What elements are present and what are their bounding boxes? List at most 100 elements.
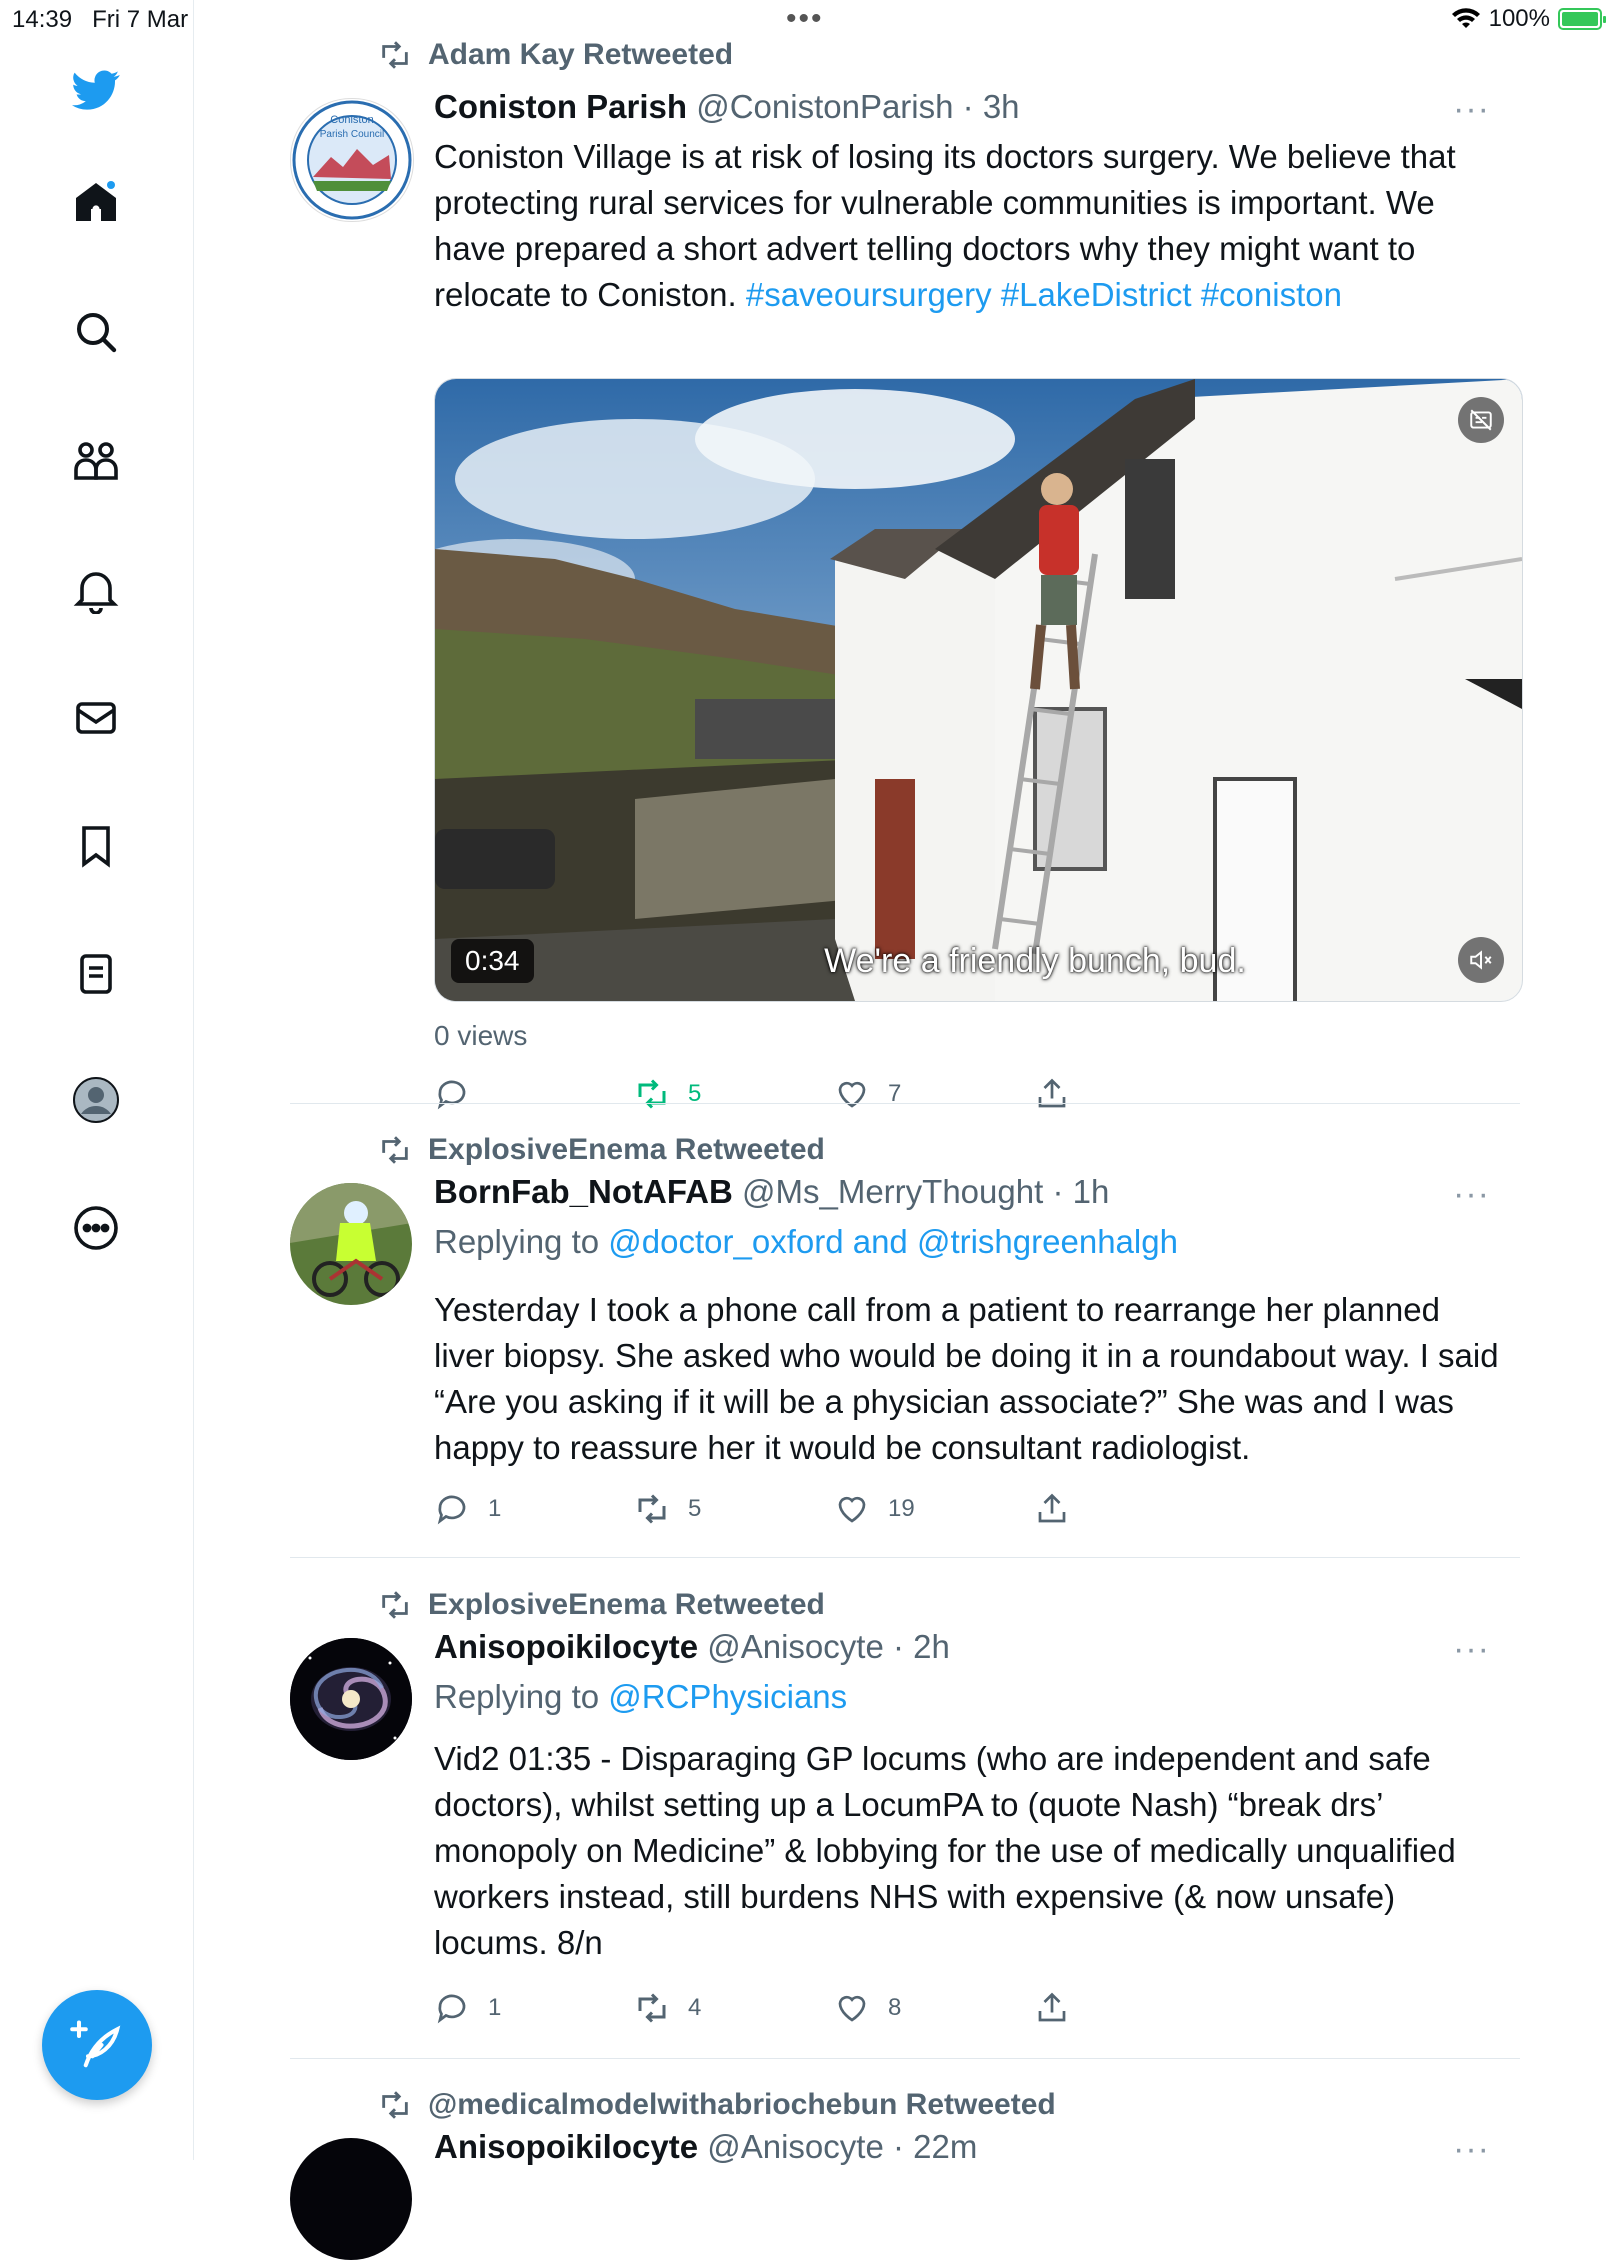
- video-duration: 0:34: [451, 939, 534, 983]
- battery-percent: 100%: [1488, 5, 1550, 32]
- retweet-context: @medicalmodelwithabriochebun Retweeted: [376, 2088, 1056, 2122]
- more-icon[interactable]: [70, 1202, 122, 1254]
- multitasking-dots[interactable]: •••: [786, 2, 824, 36]
- reply-button[interactable]: [434, 1076, 488, 1112]
- author-name[interactable]: Anisopoikilocyte: [434, 2128, 698, 2165]
- heart-icon: [838, 1995, 866, 2022]
- avatar[interactable]: Coniston Parish Council: [290, 98, 414, 222]
- reply-button[interactable]: 1: [434, 1990, 501, 2026]
- share-button[interactable]: [1034, 1491, 1070, 1527]
- retweet-icon: [382, 2091, 408, 2119]
- retweet-icon: [638, 1494, 666, 1524]
- tweet-actions: 1 5 19: [434, 1491, 1434, 1531]
- battery-icon: [1558, 8, 1606, 30]
- author-name[interactable]: Coniston Parish: [434, 88, 687, 125]
- compose-icon: [70, 2020, 121, 2068]
- reply-icon: [437, 1994, 466, 2024]
- retweet-icon: [638, 1993, 666, 2023]
- status-right: 100%: [1451, 5, 1606, 33]
- communities-icon[interactable]: [70, 436, 122, 488]
- heart-icon: [838, 1081, 866, 1108]
- heart-icon: [838, 1496, 866, 1523]
- retweet-icon: [382, 1136, 408, 1164]
- replying-to: Replying to @RCPhysicians: [434, 1678, 847, 1716]
- like-button[interactable]: 7: [834, 1076, 901, 1112]
- reply-count: 1: [488, 1495, 502, 1522]
- reply-count: 1: [488, 1994, 502, 2021]
- retweet-button[interactable]: 5: [634, 1076, 701, 1112]
- replying-prefix: Replying to: [434, 1223, 609, 1260]
- like-button[interactable]: 19: [834, 1491, 915, 1527]
- muted-speaker-icon: [1470, 950, 1492, 970]
- captions-icon: [1470, 409, 1492, 431]
- author-handle[interactable]: @Ms_MerryThought: [742, 1173, 1043, 1210]
- reply-icon: [437, 1495, 466, 1525]
- tweet-time[interactable]: · 1h: [1052, 1173, 1109, 1210]
- replying-to-users[interactable]: @doctor_oxford and @trishgreenhalgh: [608, 1223, 1178, 1260]
- tweet-time[interactable]: · 22m: [893, 2128, 977, 2165]
- author-name[interactable]: BornFab_NotAFAB: [434, 1173, 733, 1210]
- retweet-icon: [382, 41, 408, 69]
- tweet-actions: 1 4 8: [434, 1990, 1434, 2030]
- reply-button[interactable]: 1: [434, 1491, 501, 1527]
- retweeted-by-label[interactable]: @medicalmodelwithabriochebun Retweeted: [428, 2088, 1056, 2122]
- retweet-button[interactable]: 4: [634, 1990, 701, 2026]
- retweeted-by-label[interactable]: ExplosiveEnema Retweeted: [428, 1588, 825, 1622]
- compose-button[interactable]: [42, 1990, 152, 2100]
- reply-icon: [437, 1080, 466, 1110]
- avatar[interactable]: [290, 1183, 412, 1305]
- replying-to: Replying to @doctor_oxford and @trishgre…: [434, 1223, 1178, 1261]
- tweet-header: BornFab_NotAFAB @Ms_MerryThought · 1h: [434, 1173, 1109, 1211]
- avatar-text-2: Parish Council: [320, 129, 384, 140]
- video-frame: [435, 379, 1522, 1001]
- tweet-text: Yesterday I took a phone call from a pat…: [434, 1291, 1499, 1466]
- avatar[interactable]: [290, 2138, 412, 2260]
- tweet-header: Anisopoikilocyte @Anisocyte · 2h: [434, 1628, 950, 1666]
- share-icon: [1038, 1992, 1066, 2022]
- tweet-text: Coniston Village is at risk of losing it…: [434, 134, 1504, 318]
- twitter-logo-icon[interactable]: [70, 64, 122, 116]
- video-player[interactable]: 0:34 We're a friendly bunch, bud.: [434, 378, 1523, 1002]
- lists-icon[interactable]: [70, 948, 122, 1000]
- author-handle[interactable]: @Anisocyte: [707, 1628, 884, 1665]
- tweet-time[interactable]: · 3h: [963, 88, 1020, 125]
- sidebar: [0, 0, 194, 2160]
- retweet-context: ExplosiveEnema Retweeted: [376, 1133, 825, 1167]
- more-options-icon[interactable]: ···: [1453, 90, 1490, 129]
- captions-button[interactable]: [1458, 397, 1504, 443]
- tweet-actions: 5 7: [434, 1076, 1434, 1116]
- author-name[interactable]: Anisopoikilocyte: [434, 1628, 698, 1665]
- avatar-text-1: Coniston: [330, 114, 373, 126]
- avatar[interactable]: [290, 1638, 412, 1760]
- share-button[interactable]: [1034, 1076, 1070, 1112]
- notifications-icon[interactable]: [70, 564, 122, 616]
- tweet-time[interactable]: · 2h: [893, 1628, 950, 1665]
- retweet-button[interactable]: 5: [634, 1491, 701, 1527]
- profile-icon[interactable]: [70, 1074, 122, 1126]
- share-icon: [1038, 1078, 1066, 1108]
- author-handle[interactable]: @Anisocyte: [707, 2128, 884, 2165]
- home-icon[interactable]: [70, 176, 122, 228]
- replying-to-users[interactable]: @RCPhysicians: [608, 1678, 847, 1715]
- more-options-icon[interactable]: ···: [1453, 1630, 1490, 1669]
- retweet-context: ExplosiveEnema Retweeted: [376, 1588, 825, 1622]
- author-handle[interactable]: @ConistonParish: [696, 88, 953, 125]
- more-options-icon[interactable]: ···: [1453, 2130, 1490, 2169]
- messages-icon[interactable]: [70, 692, 122, 744]
- more-options-icon[interactable]: ···: [1453, 1175, 1490, 1214]
- retweet-count: 4: [688, 1994, 702, 2021]
- tweet-divider: [290, 1557, 1520, 1558]
- retweeted-by-label[interactable]: ExplosiveEnema Retweeted: [428, 1133, 825, 1167]
- retweet-count: 5: [688, 1495, 702, 1522]
- tweet-hashtags[interactable]: #saveoursurgery #LakeDistrict #coniston: [746, 276, 1342, 313]
- like-button[interactable]: 8: [834, 1990, 901, 2026]
- share-icon: [1038, 1493, 1066, 1523]
- search-icon[interactable]: [70, 306, 122, 358]
- tweet-divider: [290, 2058, 1520, 2059]
- retweet-context: Adam Kay Retweeted: [376, 38, 733, 72]
- tweet-header: Coniston Parish @ConistonParish · 3h: [434, 88, 1020, 126]
- retweeted-by-label[interactable]: Adam Kay Retweeted: [428, 38, 733, 72]
- share-button[interactable]: [1034, 1990, 1070, 2026]
- bookmarks-icon[interactable]: [70, 820, 122, 872]
- mute-button[interactable]: [1458, 937, 1504, 983]
